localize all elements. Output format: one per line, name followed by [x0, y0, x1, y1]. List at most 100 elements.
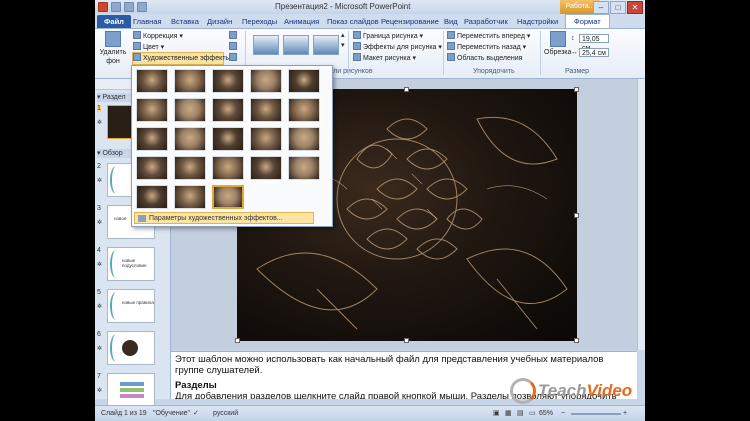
picture-style-thumb[interactable] — [313, 35, 339, 55]
vertical-scrollbar[interactable] — [637, 79, 645, 350]
reading-view-icon[interactable]: ▤ — [517, 406, 524, 421]
change-picture-icon[interactable] — [229, 42, 239, 52]
close-button[interactable]: ✕ — [627, 1, 643, 14]
tab-design[interactable]: Дизайн — [207, 15, 232, 28]
undo-icon[interactable] — [124, 2, 134, 12]
artistic-effect-option[interactable] — [136, 185, 168, 209]
artistic-effect-option[interactable] — [174, 98, 206, 122]
artistic-effect-option[interactable] — [136, 127, 168, 151]
correction-icon — [133, 31, 141, 39]
picture-style-thumb[interactable] — [253, 35, 279, 55]
group-label-arrange: Упорядочить — [473, 68, 515, 75]
artistic-effect-option[interactable] — [250, 69, 282, 93]
minimize-button[interactable]: – — [593, 1, 609, 14]
send-backward-button[interactable]: Переместить назад ▾ — [447, 42, 526, 52]
artistic-effect-option[interactable] — [212, 127, 244, 151]
styles-scroll-up-icon[interactable]: ▴ — [341, 31, 345, 40]
picture-style-thumb[interactable] — [283, 35, 309, 55]
artistic-effect-option[interactable] — [288, 156, 320, 180]
artistic-effect-option[interactable] — [136, 69, 168, 93]
slide-thumbnail[interactable]: 5 ✲ новые правила — [97, 289, 167, 323]
picture-effects-icon — [353, 42, 361, 50]
teachvideo-logo-icon — [510, 378, 536, 404]
slide-sorter-icon[interactable]: ▦ — [505, 406, 512, 421]
artistic-effect-option[interactable] — [136, 98, 168, 122]
slide-transition-icon: ✲ — [97, 304, 103, 310]
height-spinbox[interactable]: 19,05 см — [579, 34, 609, 52]
slide-transition-icon: ✲ — [97, 262, 103, 268]
tab-review[interactable]: Рецензирование — [381, 15, 439, 28]
picture-border-button[interactable]: Граница рисунка ▾ — [353, 31, 423, 41]
tab-developer[interactable]: Разработчик — [464, 15, 508, 28]
artistic-effect-option[interactable] — [174, 185, 206, 209]
zoom-in-icon[interactable]: + — [623, 406, 627, 421]
width-spinbox[interactable]: 25,4 см — [579, 48, 609, 57]
ribbon-separator — [443, 31, 444, 75]
artistic-effects-icon — [133, 53, 141, 61]
tab-home[interactable]: Главная — [133, 15, 162, 28]
artistic-effects-options-item[interactable]: Параметры художественных эффектов... — [134, 212, 314, 224]
resize-handle[interactable] — [404, 338, 409, 343]
remove-background-button[interactable]: Удалить фон — [99, 31, 127, 66]
tab-transitions[interactable]: Переходы — [242, 15, 277, 28]
tab-slideshow[interactable]: Показ слайдов — [327, 15, 379, 28]
normal-view-icon[interactable]: ▣ — [493, 406, 500, 421]
artistic-effect-option[interactable] — [174, 69, 206, 93]
artistic-effect-option[interactable] — [212, 185, 244, 209]
bring-forward-button[interactable]: Переместить вперед ▾ — [447, 31, 530, 41]
artistic-effect-option[interactable] — [212, 69, 244, 93]
slide-number: 6 — [97, 331, 101, 338]
artistic-effect-option[interactable] — [288, 98, 320, 122]
compress-pictures-icon[interactable] — [229, 31, 239, 41]
color-button[interactable]: Цвет ▾ — [133, 42, 164, 52]
tab-insert[interactable]: Вставка — [171, 15, 199, 28]
save-icon[interactable] — [111, 2, 121, 12]
tab-animations[interactable]: Анимация — [284, 15, 319, 28]
resize-handle[interactable] — [404, 87, 409, 92]
bring-forward-label: Переместить вперед — [457, 33, 525, 40]
redo-icon[interactable] — [137, 2, 147, 12]
height-icon: ↕ — [571, 35, 575, 42]
crop-label: Обрезка — [544, 49, 572, 56]
zoom-out-icon[interactable]: − — [561, 406, 565, 421]
correction-button[interactable]: Коррекция ▾ — [133, 31, 183, 41]
spellcheck-icon[interactable]: ✓ — [193, 406, 199, 421]
picture-border-icon — [353, 31, 361, 39]
artistic-effect-option[interactable] — [288, 127, 320, 151]
resize-handle[interactable] — [574, 87, 579, 92]
resize-handle[interactable] — [574, 338, 579, 343]
slide-thumbnail[interactable]: 6 ✲ — [97, 331, 167, 365]
tab-view[interactable]: Вид — [444, 15, 458, 28]
artistic-effect-option[interactable] — [212, 98, 244, 122]
zoom-level[interactable]: 65% — [539, 406, 553, 421]
language-indicator[interactable]: русский — [213, 406, 238, 421]
selection-pane-button[interactable]: Область выделения — [447, 53, 522, 63]
zoom-slider[interactable] — [571, 413, 621, 415]
maximize-button[interactable]: □ — [610, 1, 626, 14]
tab-format[interactable]: Формат — [565, 14, 610, 28]
styles-scroll-down-icon[interactable]: ▾ — [341, 41, 345, 50]
resize-handle[interactable] — [235, 338, 240, 343]
artistic-effect-option[interactable] — [288, 69, 320, 93]
crop-button[interactable]: Обрезка — [544, 31, 571, 57]
resize-handle[interactable] — [574, 213, 579, 218]
artistic-effect-option[interactable] — [136, 156, 168, 180]
slide-preview — [107, 331, 155, 365]
artistic-effect-option[interactable] — [250, 98, 282, 122]
artistic-effect-option[interactable] — [174, 127, 206, 151]
artistic-effect-option[interactable] — [174, 156, 206, 180]
artistic-effect-option[interactable] — [212, 156, 244, 180]
slide-thumbnail[interactable]: 4 ✲ новые подусловие — [97, 247, 167, 281]
artistic-effects-button[interactable]: Художественные эффекты ▾ — [133, 53, 236, 63]
picture-effects-button[interactable]: Эффекты для рисунка ▾ — [353, 42, 442, 52]
artistic-effect-option[interactable] — [250, 156, 282, 180]
tab-addins[interactable]: Надстройки — [517, 15, 558, 28]
reset-picture-icon[interactable] — [229, 53, 239, 63]
artistic-effect-option[interactable] — [250, 127, 282, 151]
slideshow-icon[interactable]: ▭ — [529, 406, 536, 421]
slide-thumbnail[interactable]: 7 ✲ — [97, 373, 167, 407]
tab-file[interactable]: Файл — [97, 15, 131, 28]
slide-number: 3 — [97, 205, 101, 212]
slide-preview-title: новое — [114, 216, 127, 221]
picture-layout-button[interactable]: Макет рисунка ▾ — [353, 53, 416, 63]
